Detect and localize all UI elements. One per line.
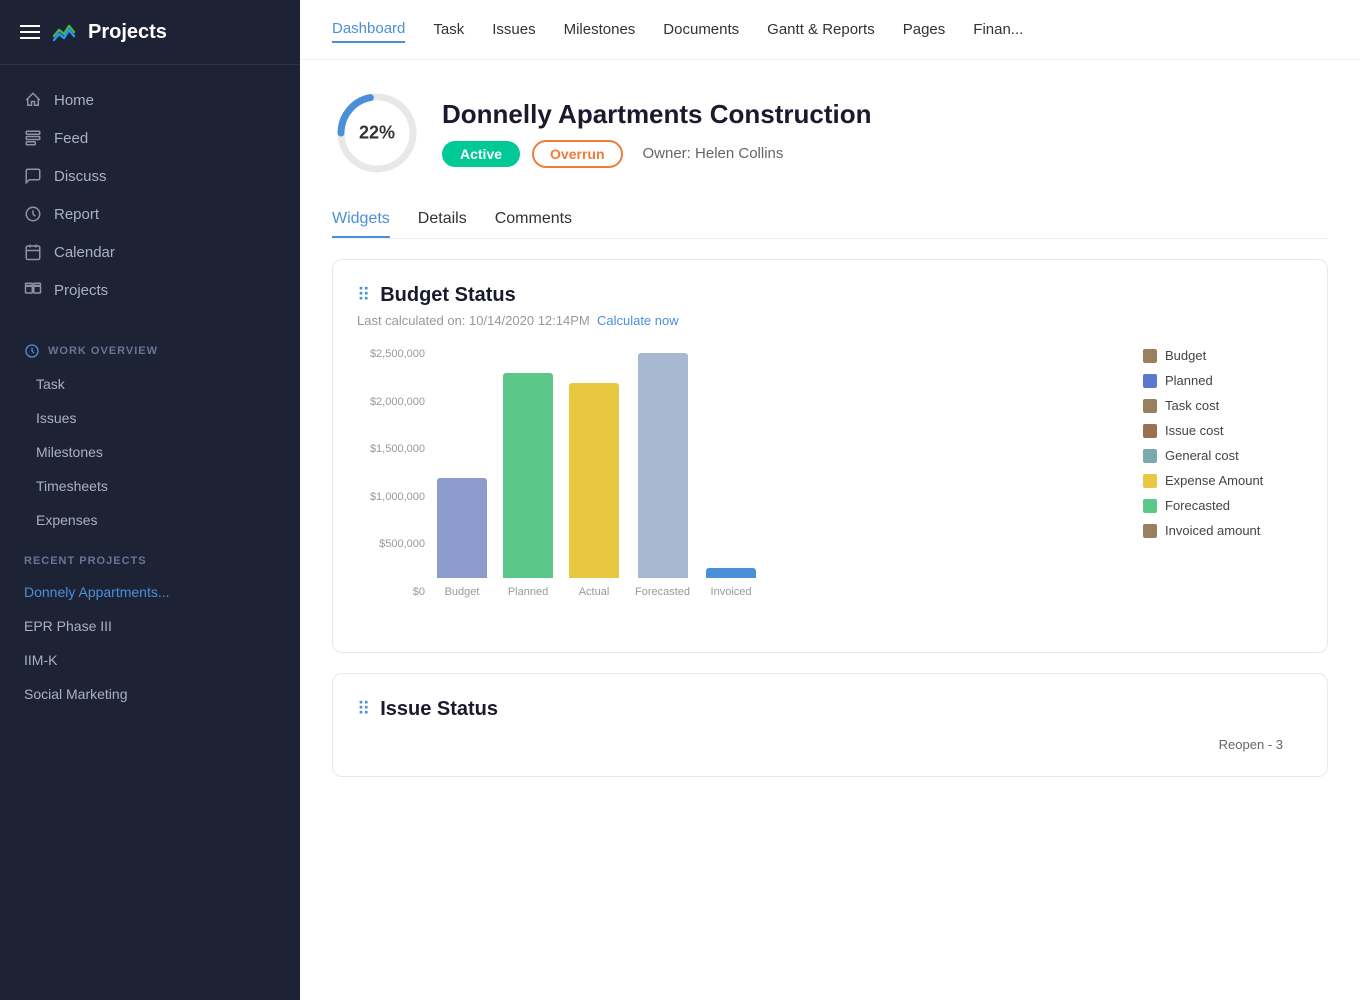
recent-project-social[interactable]: Social Marketing bbox=[0, 677, 300, 711]
projects-icon bbox=[24, 281, 42, 299]
tab-widgets[interactable]: Widgets bbox=[332, 202, 390, 238]
sidebar-title: Projects bbox=[88, 21, 167, 44]
bar-group-actual: Actual bbox=[569, 383, 619, 598]
discuss-icon bbox=[24, 167, 42, 185]
sidebar-item-discuss[interactable]: Discuss bbox=[0, 157, 300, 195]
sidebar: Projects Home Feed Discuss Report Calend… bbox=[0, 0, 300, 1000]
content-tabs: Widgets Details Comments bbox=[332, 202, 1328, 239]
tab-task[interactable]: Task bbox=[433, 17, 464, 42]
logo-icon bbox=[50, 18, 78, 46]
sidebar-item-home[interactable]: Home bbox=[0, 81, 300, 119]
tab-documents[interactable]: Documents bbox=[663, 17, 739, 42]
top-navigation: Dashboard Task Issues Milestones Documen… bbox=[300, 0, 1360, 60]
bar-group-forecasted: Forecasted bbox=[635, 353, 690, 598]
legend-budget-color bbox=[1143, 349, 1157, 363]
progress-label: 22% bbox=[359, 123, 395, 144]
budget-widget-header: ⠿ Budget Status bbox=[357, 284, 1303, 307]
calculate-now-link[interactable]: Calculate now bbox=[597, 313, 679, 328]
legend-expense-amount: Expense Amount bbox=[1143, 473, 1303, 488]
legend-issue-cost: Issue cost bbox=[1143, 423, 1303, 438]
sidebar-nav: Home Feed Discuss Report Calendar Projec… bbox=[0, 65, 300, 325]
project-header: 22% Donnelly Apartments Construction Act… bbox=[332, 88, 1328, 178]
bar-invoiced bbox=[706, 568, 756, 578]
tab-issues[interactable]: Issues bbox=[492, 17, 535, 42]
legend-invoiced-amount-color bbox=[1143, 524, 1157, 538]
legend-forecasted: Forecasted bbox=[1143, 498, 1303, 513]
legend-general-cost-color bbox=[1143, 449, 1157, 463]
home-icon bbox=[24, 91, 42, 109]
bar-group-planned: Planned bbox=[503, 373, 553, 598]
sidebar-item-report[interactable]: Report bbox=[0, 195, 300, 233]
sidebar-item-calendar[interactable]: Calendar bbox=[0, 233, 300, 271]
badge-active: Active bbox=[442, 141, 520, 167]
issue-widget-header: ⠿ Issue Status bbox=[357, 698, 1303, 721]
progress-ring: 22% bbox=[332, 88, 422, 178]
legend-forecasted-color bbox=[1143, 499, 1157, 513]
calendar-icon bbox=[24, 243, 42, 261]
tab-gantt[interactable]: Gantt & Reports bbox=[767, 17, 875, 42]
widget-dots-icon: ⠿ bbox=[357, 285, 370, 306]
bar-forecasted bbox=[638, 353, 688, 578]
tab-finan[interactable]: Finan... bbox=[973, 17, 1023, 42]
bar-chart: $2,500,000 $2,000,000 $1,500,000 $1,000,… bbox=[357, 348, 1103, 628]
sidebar-item-expenses[interactable]: Expenses bbox=[0, 503, 300, 537]
sidebar-item-timesheets[interactable]: Timesheets bbox=[0, 469, 300, 503]
project-title: Donnelly Apartments Construction bbox=[442, 99, 872, 130]
sidebar-item-issues[interactable]: Issues bbox=[0, 401, 300, 435]
tab-pages[interactable]: Pages bbox=[903, 17, 946, 42]
bars-container: Budget Planned Actual bbox=[437, 348, 1103, 598]
recent-project-iim[interactable]: IIM-K bbox=[0, 643, 300, 677]
legend-invoiced-amount: Invoiced amount bbox=[1143, 523, 1303, 538]
bar-group-budget: Budget bbox=[437, 478, 487, 598]
work-overview-icon bbox=[24, 343, 40, 359]
hamburger-icon[interactable] bbox=[20, 25, 40, 39]
legend-budget: Budget bbox=[1143, 348, 1303, 363]
tab-comments[interactable]: Comments bbox=[495, 202, 572, 238]
recent-project-epr[interactable]: EPR Phase III bbox=[0, 609, 300, 643]
y-axis: $2,500,000 $2,000,000 $1,500,000 $1,000,… bbox=[357, 348, 433, 598]
reopen-label: Reopen - 3 bbox=[1219, 737, 1283, 752]
legend-task-cost-color bbox=[1143, 399, 1157, 413]
bar-actual bbox=[569, 383, 619, 578]
chart-area: $2,500,000 $2,000,000 $1,500,000 $1,000,… bbox=[357, 348, 1303, 628]
budget-status-widget: ⠿ Budget Status Last calculated on: 10/1… bbox=[332, 259, 1328, 653]
tab-milestones[interactable]: Milestones bbox=[564, 17, 636, 42]
work-overview-label: WORK OVERVIEW bbox=[0, 325, 300, 367]
legend-expense-amount-color bbox=[1143, 474, 1157, 488]
budget-widget-subtitle: Last calculated on: 10/14/2020 12:14PM C… bbox=[357, 313, 1303, 328]
badge-overrun: Overrun bbox=[532, 140, 622, 168]
sidebar-item-feed[interactable]: Feed bbox=[0, 119, 300, 157]
bar-planned bbox=[503, 373, 553, 578]
legend-planned-color bbox=[1143, 374, 1157, 388]
legend-general-cost: General cost bbox=[1143, 448, 1303, 463]
recent-project-donnely[interactable]: Donnely Appartments... bbox=[0, 575, 300, 609]
tab-dashboard[interactable]: Dashboard bbox=[332, 16, 405, 43]
issue-widget-title: Issue Status bbox=[380, 698, 498, 721]
legend-issue-cost-color bbox=[1143, 424, 1157, 438]
project-info: Donnelly Apartments Construction Active … bbox=[442, 99, 872, 168]
chart-legend: Budget Planned Task cost Issue cost bbox=[1143, 348, 1303, 538]
legend-planned: Planned bbox=[1143, 373, 1303, 388]
sidebar-header: Projects bbox=[0, 0, 300, 65]
project-badges: Active Overrun Owner: Helen Collins bbox=[442, 140, 872, 168]
issue-widget-dots-icon: ⠿ bbox=[357, 699, 370, 720]
bar-group-invoiced: Invoiced bbox=[706, 568, 756, 598]
issue-status-widget: ⠿ Issue Status Reopen - 3 bbox=[332, 673, 1328, 777]
sidebar-item-milestones[interactable]: Milestones bbox=[0, 435, 300, 469]
report-icon bbox=[24, 205, 42, 223]
page-content: 22% Donnelly Apartments Construction Act… bbox=[300, 60, 1360, 1000]
chart-wrapper: $2,500,000 $2,000,000 $1,500,000 $1,000,… bbox=[357, 348, 1103, 628]
bar-budget bbox=[437, 478, 487, 578]
legend-task-cost: Task cost bbox=[1143, 398, 1303, 413]
feed-icon bbox=[24, 129, 42, 147]
sidebar-item-projects[interactable]: Projects bbox=[0, 271, 300, 309]
budget-widget-title: Budget Status bbox=[380, 284, 516, 307]
main-content: Dashboard Task Issues Milestones Documen… bbox=[300, 0, 1360, 1000]
tab-details[interactable]: Details bbox=[418, 202, 467, 238]
recent-projects-label: RECENT PROJECTS bbox=[0, 537, 300, 575]
sidebar-item-task[interactable]: Task bbox=[0, 367, 300, 401]
owner-text: Owner: Helen Collins bbox=[643, 145, 784, 162]
